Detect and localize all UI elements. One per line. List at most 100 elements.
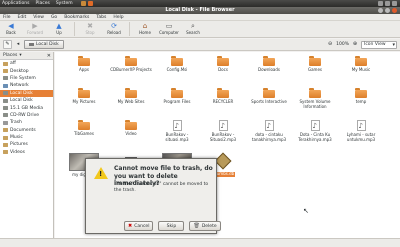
maximize-button[interactable] <box>385 8 390 13</box>
folder-icon <box>309 88 321 98</box>
sidebar-item[interactable]: Trash <box>0 119 53 126</box>
file-item[interactable]: Video <box>108 120 154 137</box>
breadcrumb-label: Local Disk <box>36 42 59 47</box>
file-item[interactable]: Dota - Cinta Ku Terakhirnya.mp3 <box>292 120 338 143</box>
file-item[interactable]: My Web Sites <box>108 88 154 105</box>
forward-button-label: Forward <box>26 30 44 35</box>
sidebar-item[interactable]: Music <box>0 134 53 141</box>
drive-icon <box>3 113 8 118</box>
file-item[interactable]: temp <box>338 88 384 105</box>
places-sidebar: Places ▾ ✕ aff Desktop File System Network L… <box>0 52 54 238</box>
audio-file-icon <box>172 120 182 131</box>
file-item[interactable]: Lyhami - sutar untukmu.mp3 <box>338 120 384 143</box>
sidebar-item[interactable]: Local Disk <box>0 97 53 104</box>
dialog-secondary-text: The file "Thumbs.db" cannot be moved to … <box>114 182 209 193</box>
file-item[interactable]: RECYCLER <box>200 88 246 105</box>
menu-bookmarks[interactable]: Bookmarks <box>64 15 89 20</box>
sidebar-item[interactable]: File System <box>0 75 53 82</box>
volume-tray-icon[interactable] <box>385 1 390 6</box>
computer-icon: ▭ <box>165 22 173 30</box>
menu-edit[interactable]: Edit <box>18 15 27 20</box>
stop-icon: ✖ <box>87 22 93 30</box>
sidebar-item[interactable]: Local Disk <box>0 89 53 97</box>
file-item[interactable]: Program Files <box>154 88 200 105</box>
toggle-location-edit-button[interactable]: ✎ <box>3 40 12 49</box>
audio-file-icon <box>310 120 320 131</box>
firefox-launcher-icon[interactable] <box>87 1 93 6</box>
back-button[interactable]: ◀ Back <box>2 22 20 35</box>
computer-button[interactable]: ▭ Computer <box>159 22 179 35</box>
places-menu[interactable]: Places <box>36 0 50 7</box>
skip-button[interactable]: Skip <box>158 221 185 231</box>
file-item[interactable]: System Volume Information <box>292 88 338 110</box>
sidebar-item[interactable]: Pictures <box>0 141 53 148</box>
folder-icon <box>78 120 90 130</box>
browser-launcher-icon[interactable] <box>80 1 86 6</box>
breadcrumb-local-disk[interactable]: Local Disk <box>24 40 64 49</box>
system-menu[interactable]: System <box>56 0 73 7</box>
close-sidebar-icon[interactable]: ✕ <box>47 52 51 60</box>
file-item[interactable]: BunRakov - Situasi2.mp3 <box>200 120 246 143</box>
menu-tabs[interactable]: Tabs <box>96 15 106 20</box>
sidebar-title: Places <box>3 52 18 58</box>
file-item[interactable]: My Music <box>338 56 384 73</box>
file-item[interactable]: Sports Interactive <box>246 88 292 105</box>
stop-button[interactable]: ✖ Stop <box>81 22 99 35</box>
minimize-button[interactable] <box>378 8 383 13</box>
up-button[interactable]: ▲ Up <box>50 22 68 35</box>
reload-button[interactable]: ⟳ Reload <box>105 22 123 35</box>
folder-icon <box>3 142 8 147</box>
menu-bar: File Edit View Go Bookmarks Tabs Help <box>0 14 400 21</box>
network-icon <box>3 83 8 88</box>
file-item[interactable]: dota - cintaku tanakhirnya.mp3 <box>246 120 292 143</box>
forward-button[interactable]: ▶ Forward <box>26 22 44 35</box>
sidebar-item[interactable]: Desktop <box>0 67 53 74</box>
menu-file[interactable]: File <box>3 15 11 20</box>
file-item-label: Config.Msi <box>166 67 188 72</box>
sidebar-item[interactable]: CD-RW Drive <box>0 112 53 119</box>
file-item[interactable]: TibGames <box>61 120 107 137</box>
home-button[interactable]: ⌂ Home <box>136 22 154 35</box>
close-button[interactable] <box>392 8 397 13</box>
file-item-label: CDBurnerXP Projects <box>110 67 152 72</box>
file-item[interactable]: BunRakov - situasi.mp3 <box>154 120 200 143</box>
file-item[interactable]: Games <box>292 56 338 73</box>
search-button[interactable]: ⌕ Search <box>184 22 202 35</box>
menu-help[interactable]: Help <box>113 15 123 20</box>
sidebar-item[interactable]: Videos <box>0 149 53 156</box>
folder-icon <box>3 61 8 66</box>
toolbar-separator <box>129 22 130 36</box>
file-item[interactable]: Config.Msi <box>154 56 200 73</box>
applications-menu[interactable]: Applications <box>2 0 30 7</box>
file-item[interactable]: Downloads <box>246 56 292 73</box>
file-item[interactable]: My Pictures <box>61 88 107 105</box>
file-item-label: temp <box>355 99 367 104</box>
zoom-out-icon[interactable]: ⊖ <box>327 41 333 48</box>
sidebar-item[interactable]: Documents <box>0 127 53 134</box>
home-icon: ⌂ <box>142 22 148 30</box>
menu-go[interactable]: Go <box>51 15 57 20</box>
zoom-in-icon[interactable]: ⊕ <box>352 41 358 48</box>
cancel-button[interactable]: ✖ Cancel <box>124 221 154 231</box>
delete-button[interactable]: 🗑 Delete <box>189 221 221 231</box>
view-mode-select[interactable]: Icon View <box>361 40 397 49</box>
location-bar: ✎ ◂ Local Disk ⊖ 100% ⊕ Icon View <box>0 39 400 51</box>
path-scroll-left-button[interactable]: ◂ <box>15 40 21 49</box>
folder-icon <box>263 88 275 98</box>
drive-icon <box>29 43 34 46</box>
window-titlebar: Local Disk - File Browser <box>0 7 400 14</box>
file-item[interactable]: Apps <box>61 56 107 73</box>
network-tray-icon[interactable] <box>378 1 383 6</box>
sidebar-item-label: Network <box>10 83 29 89</box>
sidebar-item[interactable]: aff <box>0 60 53 67</box>
toolbar-separator <box>74 22 75 36</box>
file-item[interactable]: CDBurnerXP Projects <box>108 56 154 73</box>
sidebar-item[interactable]: Network <box>0 82 53 89</box>
sidebar-header[interactable]: Places ▾ ✕ <box>0 52 53 60</box>
file-item[interactable]: Docs <box>200 56 246 73</box>
menu-view[interactable]: View <box>33 15 44 20</box>
sidebar-item[interactable]: 15.1 GB Media <box>0 104 53 111</box>
power-tray-icon[interactable] <box>392 1 397 6</box>
folder-icon <box>309 56 321 66</box>
folder-icon <box>78 56 90 66</box>
